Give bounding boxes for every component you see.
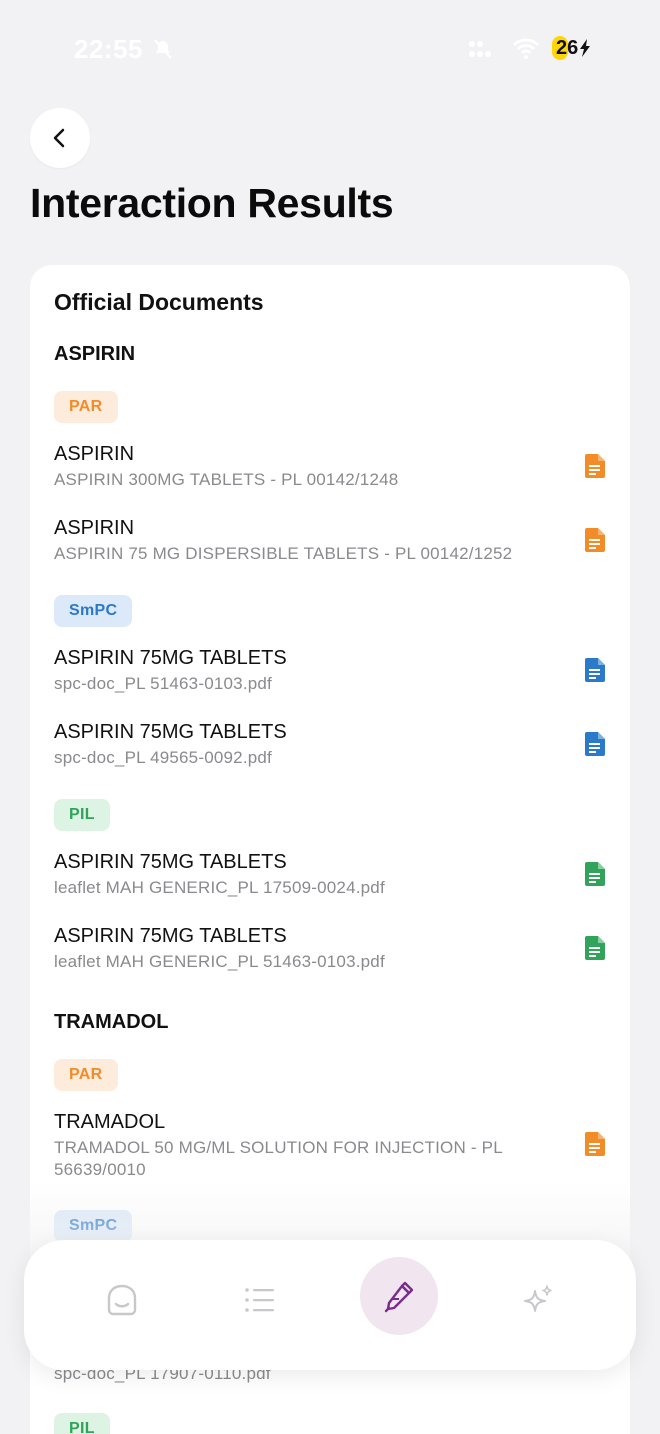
document-icon[interactable] (585, 732, 605, 756)
doc-name[interactable]: ASPIRIN 75MG TABLETS (54, 925, 287, 948)
list-icon (245, 1288, 274, 1312)
badge-smpc: SmPC (54, 595, 133, 627)
badge-par: PAR (54, 391, 118, 423)
doc-name[interactable]: ASPIRIN (54, 443, 134, 466)
doc-name[interactable]: ASPIRIN 75MG TABLETS (54, 851, 287, 874)
document-icon[interactable] (585, 454, 605, 478)
wifi-icon (512, 38, 540, 65)
signal-icon (468, 40, 492, 65)
badge-par: PAR (54, 1059, 118, 1091)
document-icon[interactable] (585, 862, 605, 886)
document-icon[interactable] (585, 658, 605, 682)
chevron-left-icon (53, 128, 65, 148)
nav-ai-button[interactable] (498, 1260, 578, 1340)
nav-chat-button[interactable] (82, 1260, 162, 1340)
doc-subtitle: spc-doc_PL 49565-0092.pdf (54, 748, 272, 767)
bottom-nav (24, 1240, 636, 1370)
pipette-icon (384, 1281, 414, 1313)
badge-pil: PIL (54, 1413, 110, 1434)
document-icon[interactable] (585, 528, 605, 552)
drug-heading-aspirin: ASPIRIN (54, 343, 136, 365)
doc-subtitle: TRAMADOL 50 MG/ML SOLUTION FOR INJECTION… (54, 1138, 503, 1179)
charging-bolt-icon (580, 39, 591, 57)
back-button[interactable] (30, 108, 90, 168)
bell-off-icon (152, 38, 174, 65)
doc-subtitle: ASPIRIN 300MG TABLETS - PL 00142/1248 (54, 470, 399, 489)
battery-level: 26 (556, 36, 579, 59)
doc-subtitle: ASPIRIN 75 MG DISPERSIBLE TABLETS - PL 0… (54, 544, 513, 563)
badge-pil: PIL (54, 799, 110, 831)
status-bar: 22:55 26 (0, 0, 660, 96)
document-icon[interactable] (585, 1132, 605, 1156)
doc-name[interactable]: ASPIRIN 75MG TABLETS (54, 721, 287, 744)
card-title: Official Documents (54, 289, 264, 315)
status-time: 22:55 (74, 34, 143, 64)
drug-heading-tramadol: TRAMADOL (54, 1011, 169, 1033)
doc-subtitle: leaflet MAH GENERIC_PL 51463-0103.pdf (54, 952, 385, 971)
doc-name[interactable]: ASPIRIN 75MG TABLETS (54, 647, 287, 670)
doc-subtitle: spc-doc_PL 51463-0103.pdf (54, 674, 272, 693)
doc-name[interactable]: TRAMADOL (54, 1111, 165, 1134)
doc-subtitle: leaflet MAH GENERIC_PL 17509-0024.pdf (54, 878, 385, 897)
page-title: Interaction Results (30, 180, 394, 226)
nav-list-button[interactable] (220, 1260, 300, 1340)
nav-pipette-button[interactable] (360, 1257, 438, 1335)
chat-bubble-icon (107, 1284, 137, 1316)
doc-name[interactable]: ASPIRIN (54, 517, 134, 540)
battery-indicator: 26 (552, 36, 591, 60)
document-icon[interactable] (585, 936, 605, 960)
sparkles-icon (524, 1285, 552, 1312)
